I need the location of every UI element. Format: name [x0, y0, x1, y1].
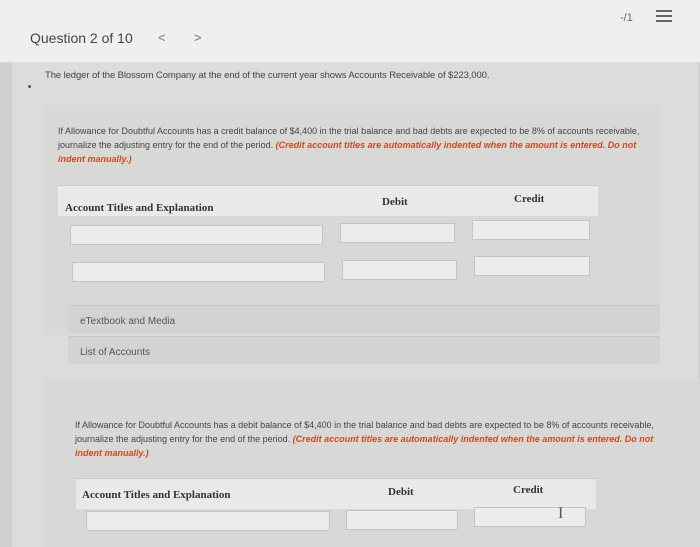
- etextbook-media-link[interactable]: eTextbook and Media: [68, 305, 660, 333]
- account-title-input-2[interactable]: [72, 262, 325, 282]
- text-cursor-icon: I: [558, 505, 564, 522]
- part-2-prompt: If Allowance for Doubtful Accounts has a…: [75, 418, 665, 460]
- next-question-button[interactable]: >: [194, 30, 202, 45]
- list-of-accounts-link[interactable]: List of Accounts: [68, 336, 660, 364]
- question-header: Question 2 of 10 < > -/1: [0, 0, 700, 63]
- journal-header: Account Titles and Explanation Debit Cre…: [58, 185, 598, 216]
- credit-input-1[interactable]: [472, 220, 590, 240]
- debit-input-1[interactable]: [340, 223, 455, 243]
- credit-input-3[interactable]: [474, 507, 586, 527]
- debit-input-2[interactable]: [342, 260, 457, 280]
- previous-question-button[interactable]: <: [158, 30, 166, 45]
- column-debit-2: Debit: [388, 486, 414, 498]
- credit-input-2[interactable]: [474, 256, 590, 276]
- journal-header-2: Account Titles and Explanation Debit Cre…: [76, 478, 596, 509]
- part-1-prompt: If Allowance for Doubtful Accounts has a…: [58, 124, 648, 166]
- column-account-titles: Account Titles and Explanation: [65, 202, 214, 214]
- account-title-input-1[interactable]: [70, 225, 323, 245]
- column-debit: Debit: [382, 196, 408, 208]
- score-indicator: -/1: [620, 12, 633, 24]
- column-credit-2: Credit: [513, 484, 544, 496]
- debit-input-3[interactable]: [346, 510, 458, 530]
- question-stem: The ledger of the Blossom Company at the…: [45, 70, 490, 81]
- column-account-titles-2: Account Titles and Explanation: [82, 489, 231, 501]
- bullet-icon: [28, 85, 31, 88]
- question-counter: Question 2 of 10: [30, 30, 133, 46]
- list-icon[interactable]: [656, 10, 672, 24]
- column-credit: Credit: [514, 193, 545, 205]
- account-title-input-3[interactable]: [86, 511, 330, 531]
